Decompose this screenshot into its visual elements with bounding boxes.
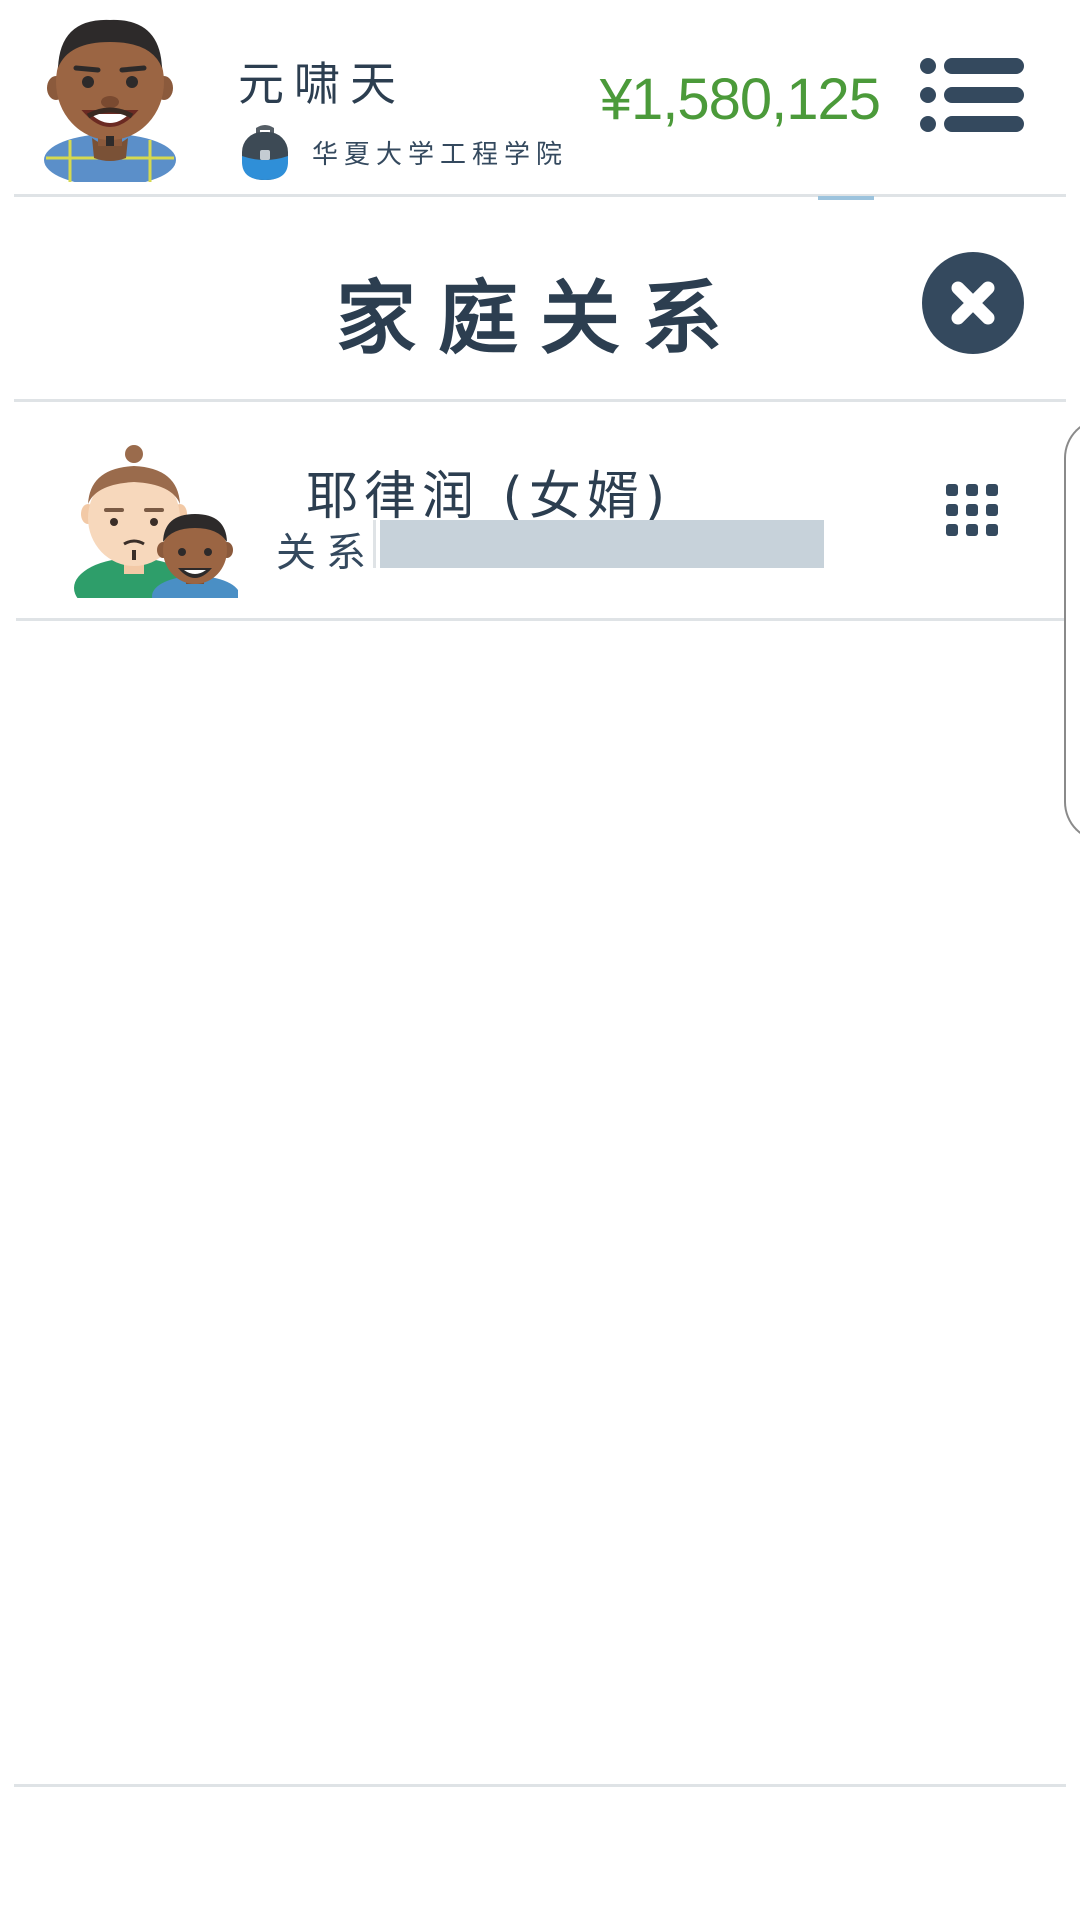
close-icon: [951, 281, 995, 325]
close-button[interactable]: [922, 252, 1024, 354]
list-menu-icon[interactable]: [920, 56, 1024, 134]
backpack-icon: [242, 125, 288, 180]
relation-name: 耶律润 (女婿): [306, 467, 672, 527]
dialog-title: 家庭关系: [336, 272, 744, 365]
list-item[interactable]: 耶律润 (女婿) 关系: [14, 402, 1066, 616]
school-row: 华夏大学工程学院: [236, 122, 568, 182]
relation-label: 关系: [276, 530, 376, 576]
top-bar: 元啸天 华夏大学工程学院 ¥1,580,125: [0, 0, 1080, 196]
money-balance: ¥1,580,125: [599, 67, 881, 132]
header-divider: [14, 194, 1066, 197]
school-name: 华夏大学工程学院: [312, 139, 569, 170]
man-avatar-icon[interactable]: [40, 12, 180, 182]
player-name: 元啸天: [238, 57, 406, 111]
grid-icon[interactable]: [944, 482, 1000, 538]
footer-divider: [14, 1784, 1066, 1787]
row-divider: [16, 618, 1066, 621]
relation-progress-bar: [376, 520, 824, 568]
side-drawer-handle[interactable]: [1064, 418, 1080, 842]
tab-indicator: [818, 196, 874, 200]
two-men-avatar-icon: [74, 445, 238, 598]
